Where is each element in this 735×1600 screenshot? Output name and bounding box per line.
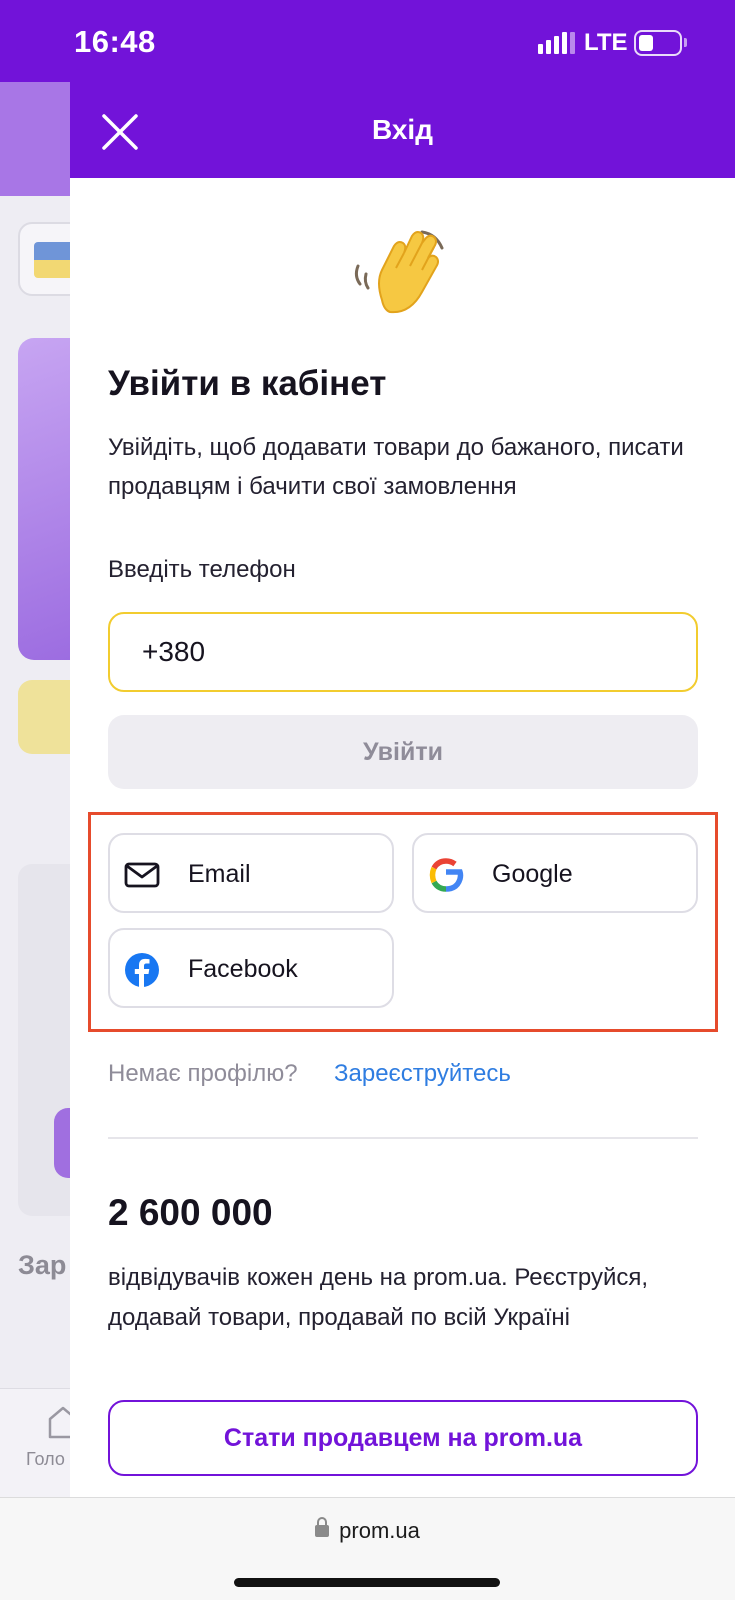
facebook-label: Facebook — [188, 955, 298, 983]
register-link[interactable]: Зареєструйтесь — [334, 1060, 511, 1088]
browser-bar: prom.ua — [0, 1497, 735, 1600]
home-indicator — [234, 1578, 500, 1587]
status-bar: 16:48 LTE — [0, 0, 735, 82]
flag-icon — [34, 242, 70, 278]
battery-icon — [634, 30, 682, 56]
background-section-title: Зар — [18, 1250, 67, 1280]
signal-icon — [538, 32, 576, 54]
waving-hand-icon — [354, 230, 444, 314]
google-label: Google — [492, 860, 573, 888]
lock-icon — [315, 1517, 330, 1539]
background-header — [0, 82, 70, 196]
battery-tip — [684, 38, 687, 47]
phone-label: Введіть телефон — [108, 556, 296, 583]
email-label: Email — [188, 860, 251, 888]
mail-icon — [124, 862, 160, 888]
background-banner — [18, 338, 70, 660]
background-bottom-nav: Голо — [0, 1388, 70, 1497]
google-icon — [429, 858, 464, 892]
background-button — [54, 1108, 70, 1178]
status-time: 16:48 — [74, 24, 156, 59]
no-profile-text: Немає профілю? — [108, 1060, 298, 1087]
login-subtitle: Увійдіть, щоб додавати товари до бажаног… — [108, 434, 684, 500]
facebook-login-button[interactable]: Facebook — [108, 928, 394, 1008]
google-login-button[interactable]: Google — [412, 833, 698, 913]
login-button[interactable]: Увійти — [108, 715, 698, 789]
facebook-icon — [125, 953, 159, 987]
drawer-header: Вхід — [70, 82, 735, 178]
background-search-box — [18, 222, 70, 296]
network-type: LTE — [584, 29, 628, 56]
background-yellow-block — [18, 680, 70, 754]
login-heading: Увійти в кабінет — [108, 364, 387, 403]
phone-input[interactable] — [108, 612, 698, 692]
email-login-button[interactable]: Email — [108, 833, 394, 913]
divider — [108, 1137, 698, 1139]
home-icon — [48, 1406, 70, 1439]
become-seller-button[interactable]: Стати продавцем на prom.ua — [108, 1400, 698, 1476]
url-text: prom.ua — [339, 1518, 420, 1543]
visitors-description: відвідувачів кожен день на prom.ua. Реєс… — [108, 1264, 649, 1331]
background-page: Зар Голо — [0, 82, 70, 1497]
login-drawer: Вхід Увійти в кабінет Увійдіть, щоб дода… — [70, 82, 735, 1497]
background-nav-label: Голо — [26, 1449, 65, 1469]
drawer-title: Вхід — [372, 114, 433, 145]
address-bar[interactable]: prom.ua — [0, 1517, 735, 1544]
visitors-count: 2 600 000 — [108, 1192, 273, 1233]
